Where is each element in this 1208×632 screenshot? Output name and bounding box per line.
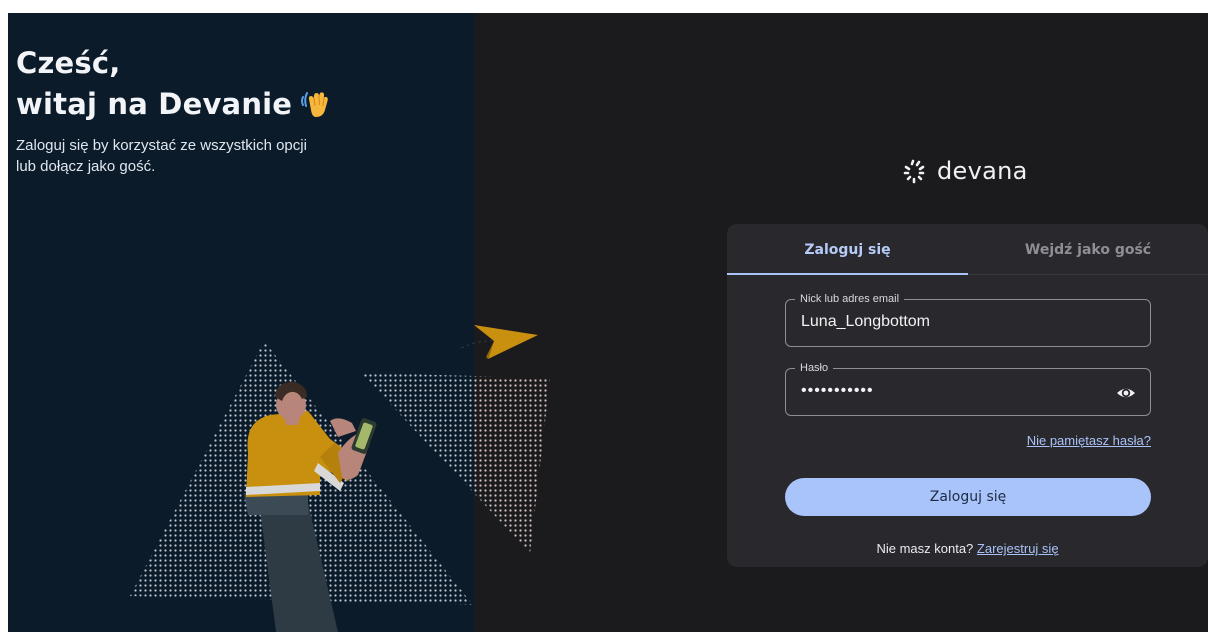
username-label: Nick lub adres email — [795, 292, 905, 306]
password-input[interactable] — [801, 382, 1101, 400]
tab-login[interactable]: Zaloguj się — [727, 224, 968, 275]
password-label: Hasło — [795, 361, 834, 375]
login-tabs: Zaloguj się Wejdź jako gość — [727, 224, 1208, 275]
register-prompt: Nie masz konta? Zarejestruj się — [727, 541, 1208, 556]
username-input[interactable] — [801, 313, 1101, 331]
welcome-title-text: witaj na Devanie — [16, 87, 293, 121]
welcome-subtitle: Zaloguj się by korzystać ze wszystkich o… — [16, 137, 307, 175]
login-page: Cześć, witaj na Devanie Zaloguj się by k… — [8, 13, 1208, 632]
tab-guest[interactable]: Wejdź jako gość — [968, 224, 1208, 275]
username-field[interactable]: Nick lub adres email — [785, 292, 1151, 347]
welcome-title-line-1: Cześć, — [16, 46, 121, 80]
register-prompt-text: Nie masz konta? — [876, 541, 974, 556]
devana-logo: devana — [901, 157, 1028, 185]
show-password-eye-icon[interactable] — [1116, 383, 1136, 403]
devana-logo-text: devana — [937, 157, 1028, 185]
register-link[interactable]: Zarejestruj się — [977, 541, 1059, 556]
welcome-title: Cześć, witaj na Devanie — [16, 43, 332, 125]
devana-logo-icon — [903, 159, 925, 184]
welcome-title-line-2: witaj na Devanie — [16, 84, 332, 125]
login-card: Zaloguj się Wejdź jako gość Nick lub adr… — [727, 224, 1208, 567]
password-field[interactable]: Hasło — [785, 361, 1151, 416]
active-tab-indicator — [727, 273, 968, 275]
welcome-panel: Cześć, witaj na Devanie Zaloguj się by k… — [8, 13, 474, 632]
login-submit-button[interactable]: Zaloguj się — [785, 478, 1151, 516]
forgot-password-link[interactable]: Nie pamiętasz hasła? — [1027, 433, 1151, 448]
waving-hand-icon — [301, 92, 329, 117]
